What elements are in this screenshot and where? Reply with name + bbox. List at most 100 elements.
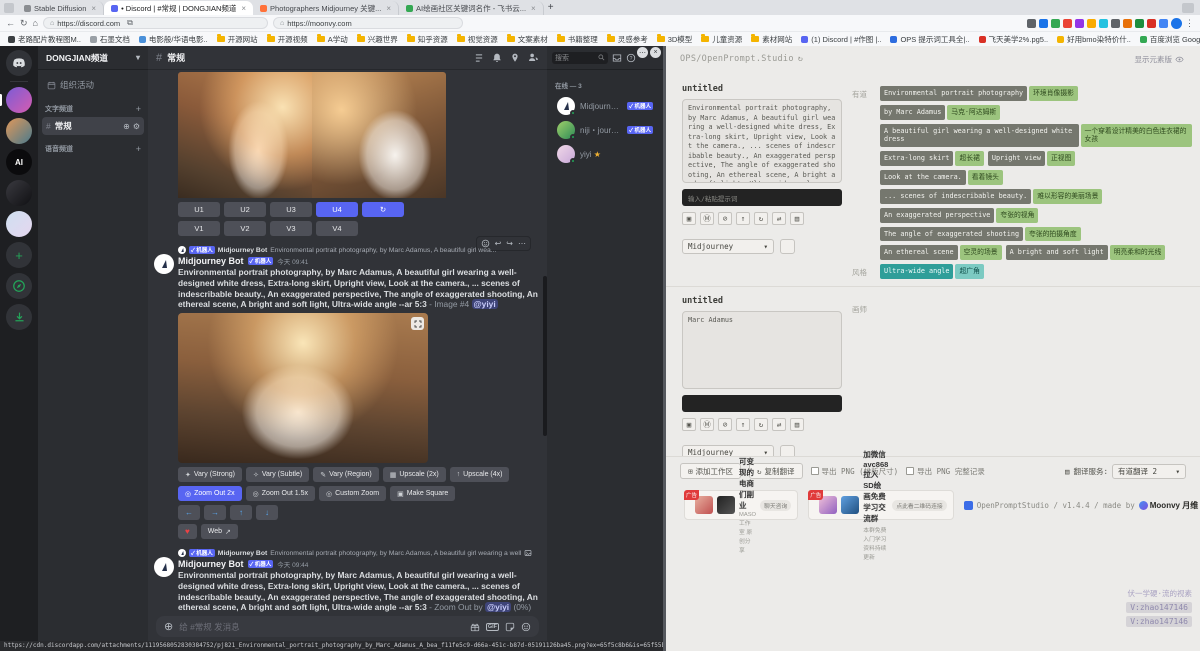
add-workspace-button[interactable]: ⊞添加工作区 [680,463,741,479]
bot-avatar[interactable] [154,254,174,274]
browser-menu-icon[interactable]: ⋮ [1185,18,1194,29]
bookmark-item[interactable]: 开源视频 [267,34,308,45]
prompt-paste-input[interactable] [682,395,842,412]
new-tab-button[interactable]: + [544,1,558,14]
server-icon-3[interactable]: AI [6,149,32,175]
prompt-tool-button[interactable]: ↑ [736,418,750,431]
variation-button-v4[interactable]: V4 [316,221,358,236]
browser-profile-avatar[interactable] [1171,18,1182,29]
bookmark-item[interactable]: 石墨文档 [90,34,130,45]
url-input-left[interactable]: ⌂ https://discord.com ⧉ [43,17,268,29]
inbox-icon[interactable] [612,53,622,63]
prompt-tool-button[interactable]: ⇄ [772,212,786,225]
prompt-tag[interactable]: A bright and soft light明亮柔和的光线 [1006,245,1166,260]
server-icon-2[interactable] [6,118,32,144]
variation-button-v2[interactable]: V2 [224,221,266,236]
extension-icon[interactable] [1051,19,1060,28]
pan-button[interactable]: ↓ [256,505,278,520]
sticker-icon[interactable] [505,622,515,632]
gif-picker-button[interactable]: GIF [486,623,499,631]
events-item[interactable]: 组织活动 [43,76,143,94]
pane-close-button[interactable]: × [650,47,661,58]
browser-tab[interactable]: Stable Diffusion× [17,1,104,15]
extension-icon[interactable] [1099,19,1108,28]
pan-button[interactable]: → [204,505,226,520]
moonvy-brand[interactable]: Moonvy 月维 [1139,500,1198,511]
notifications-bell-icon[interactable] [492,53,502,63]
bookmark-item[interactable]: 知乎资源 [407,34,448,45]
member-row[interactable]: niji・journey …✓ 机器人 [551,118,659,142]
prompt-tag[interactable]: ... scenes of indescribable beauty.难以形容的… [880,189,1102,204]
browser-tab[interactable]: • Discord | #常规 | DONGJIAN频道× [104,1,253,15]
action-make-square[interactable]: ▣Make Square [390,486,455,501]
prompt-tag[interactable]: Look at the camera.看着镜头 [880,170,1003,185]
prompt-tag[interactable]: Extra-long skirt超长裙 [880,151,984,166]
view-toggle[interactable]: 显示元素版 [1135,54,1185,65]
extension-icon[interactable] [1063,19,1072,28]
reply-reference[interactable]: ✓ 机器人 Midjourney Bot Environmental portr… [178,246,539,254]
extension-icon[interactable] [1123,19,1132,28]
action-vary-region-[interactable]: ✎Vary (Region) [313,467,379,482]
bookmark-item[interactable]: (1) Discord | #作图 |.. [801,34,881,45]
member-row[interactable]: Midjourney Bot✓ 机器人 [551,94,659,118]
text-channels-section[interactable]: 文字频道 + [38,96,148,116]
bookmark-item[interactable]: 书籍整理 [557,34,598,45]
back-icon[interactable]: ← [6,19,15,28]
ops-refresh-icon[interactable]: ↻ [798,54,803,64]
heart-reaction-button[interactable]: ♥ [178,524,197,539]
extension-icon[interactable] [1087,19,1096,28]
grid-attachment[interactable] [178,72,446,198]
extension-icon[interactable] [1147,19,1156,28]
action-vary-subtle-[interactable]: ✧Vary (Subtle) [246,467,309,482]
extension-icon[interactable] [1159,19,1168,28]
bookmark-item[interactable]: 灵感参考 [607,34,648,45]
ad-button[interactable]: 点此看二维码连接 [892,500,946,511]
copy-translation-button[interactable]: ↻复制翻译 [749,463,803,479]
message-input[interactable]: ⊕ 给 #常规 发消息 GIF [156,616,539,637]
search-input[interactable]: 搜索 [552,52,608,64]
explore-servers-button[interactable] [6,273,32,299]
extension-icon[interactable] [1039,19,1048,28]
grid-image-right[interactable] [312,72,446,198]
bookmark-item[interactable]: 开源网站 [217,34,258,45]
rerun-button[interactable]: ↻ [362,202,404,217]
prompt-tool-button[interactable]: Ⓜ [700,418,714,431]
server-header[interactable]: DONGJIAN频道 ▾ [38,46,148,70]
prompt-textarea[interactable]: Environmental portrait photography, by M… [682,99,842,183]
browser-tab[interactable]: Photographers Midjourney 关键...× [253,1,399,15]
prompt-tag[interactable]: Environmental portrait photography环境肖像摄影 [880,86,1078,101]
pane-more-button[interactable]: ⋯ [637,47,648,58]
web-button[interactable]: Web↗ [201,524,238,539]
member-row[interactable]: yiyi ★ [551,142,659,166]
member-list-icon[interactable] [528,52,539,63]
server-icon-4[interactable] [6,180,32,206]
bookmark-item[interactable]: 素材网站 [751,34,792,45]
prompt-tag[interactable]: A beautiful girl wearing a well-designed… [880,124,1192,148]
home-icon[interactable]: ⌂ [33,19,38,28]
ad-banner-1[interactable]: 广告 可变现的电商们副业MASO工作室 原创分享 聊天咨询 [684,490,798,520]
emoji-icon[interactable] [521,622,531,632]
prompt-tag[interactable]: by Marc Adamus马克·阿达姆斯 [880,105,1000,120]
variation-button-v1[interactable]: V1 [178,221,220,236]
add-server-button[interactable]: + [6,242,32,268]
action-zoom-out-1-5x[interactable]: ◎Zoom Out 1.5x [246,486,315,501]
user-mention[interactable]: @yiyi [472,299,498,309]
author-name[interactable]: Midjourney Bot [178,559,244,569]
action-custom-zoom[interactable]: ◎Custom Zoom [319,486,386,501]
reload-icon[interactable]: ↻ [20,19,28,28]
prompt-tag[interactable]: The angle of exaggerated shooting夸张的拍摄角度 [880,227,1081,242]
grid-image-left[interactable] [178,72,312,198]
url-input-right[interactable]: ⌂ https://moonvy.com [273,17,463,29]
prompt-tool-button[interactable]: ▤ [790,212,804,225]
bookmark-item[interactable]: 电影般/华语电影.. [139,34,208,45]
variation-button-v3[interactable]: V3 [270,221,312,236]
threads-icon[interactable] [474,53,484,63]
prompt-tag[interactable]: Upright view正视图 [988,151,1076,166]
bookmark-item[interactable]: 视觉资源 [457,34,498,45]
action-upscale-2x-[interactable]: ▦Upscale (2x) [383,467,446,482]
bookmark-item[interactable]: A学动 [317,34,348,45]
upscale-button-u3[interactable]: U3 [270,202,312,217]
bot-avatar[interactable] [154,557,174,577]
prompt-tool-button[interactable]: ↑ [736,212,750,225]
bookmark-item[interactable]: 好用bmo染特价什.. [1057,34,1131,45]
